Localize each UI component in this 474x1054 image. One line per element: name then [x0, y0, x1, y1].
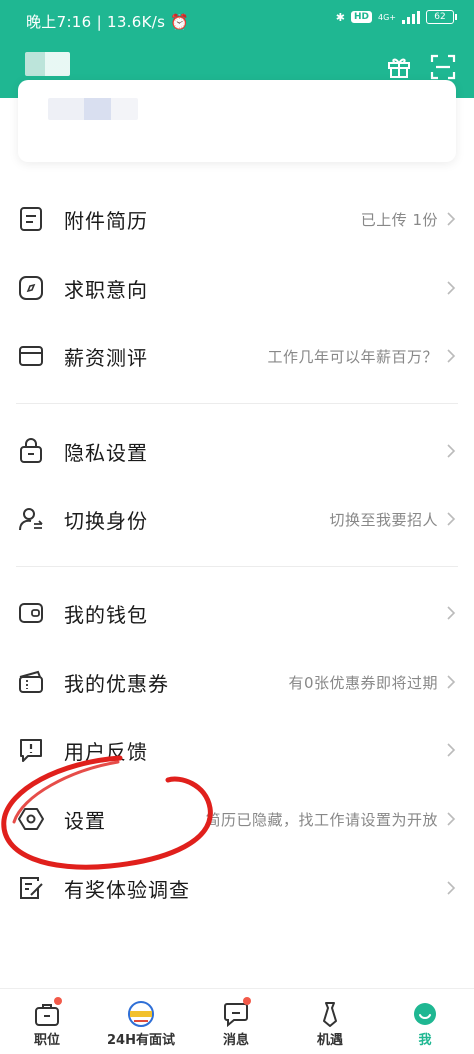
chevron-right-icon — [447, 512, 456, 526]
chevron-right-icon — [447, 444, 456, 458]
scan-icon[interactable] — [430, 54, 456, 80]
tab-opportunities-label: 机遇 — [316, 1033, 343, 1048]
chevron-right-icon — [447, 606, 456, 620]
menu-item-coupons[interactable]: 我的优惠券 有0张优惠券即将过期 — [0, 652, 474, 712]
menu-item-feedback[interactable]: 用户反馈 — [0, 720, 474, 780]
network-type: 4G+ — [378, 12, 396, 22]
lock-bag-icon — [20, 438, 42, 463]
status-left: 晚上7:16 | 13.6K/s ⏰ — [26, 13, 190, 31]
battery-icon: 62 — [426, 10, 457, 24]
status-time: 晚上7:16 — [26, 13, 92, 31]
bluetooth-icon: ✱ — [335, 10, 345, 24]
resume-label: 附件简历 — [64, 208, 148, 233]
notification-dot — [243, 997, 251, 1005]
settings-label: 设置 — [64, 808, 106, 833]
tab-messages-label: 消息 — [222, 1033, 249, 1048]
wallet-label: 我的钱包 — [64, 602, 148, 627]
chevron-right-icon — [447, 812, 456, 826]
chevron-right-icon — [447, 281, 456, 295]
alarm-icon: ⏰ — [170, 13, 190, 31]
chevron-right-icon — [447, 743, 456, 757]
survey-icon — [20, 877, 43, 899]
tab-interview-label: 24H有面试 — [107, 1033, 175, 1048]
menu-item-privacy[interactable]: 隐私设置 — [0, 421, 474, 481]
tab-opportunities[interactable]: 机遇 — [283, 989, 377, 1054]
compass-icon — [19, 276, 43, 300]
salary-sub: 工作几年可以年薪百万？ — [267, 347, 438, 366]
tab-interview[interactable]: 24H有面试 — [94, 989, 188, 1054]
coupons-sub: 有0张优惠券即将过期 — [288, 673, 438, 692]
salary-label: 薪资测评 — [64, 345, 148, 370]
gift-icon[interactable] — [386, 54, 412, 80]
chevron-right-icon — [447, 349, 456, 363]
menu-item-switch-identity[interactable]: 切换身份 切换至我要招人 — [0, 489, 474, 549]
offer-badge-icon — [128, 1001, 154, 1027]
notification-dot — [54, 997, 62, 1005]
tab-messages[interactable]: 消息 — [189, 989, 283, 1054]
coupon-icon — [19, 670, 43, 693]
resume-sub: 已上传 1份 — [360, 210, 438, 229]
bottom-tab-bar: 职位 24H有面试 消息 机遇 我 — [0, 988, 474, 1054]
profile-info-blurred — [48, 98, 138, 120]
intent-label: 求职意向 — [64, 277, 148, 302]
network-speed: 13.6K/s — [106, 13, 166, 31]
wallet-icon — [19, 603, 43, 623]
privacy-label: 隐私设置 — [64, 440, 148, 465]
tab-me[interactable]: 我 — [378, 989, 472, 1054]
switch-identity-sub: 切换至我要招人 — [329, 510, 438, 529]
tab-me-label: 我 — [418, 1033, 432, 1048]
menu-item-wallet[interactable]: 我的钱包 — [0, 583, 474, 643]
settings-hexagon-icon — [18, 808, 44, 830]
tab-jobs-label: 职位 — [33, 1033, 60, 1048]
tie-icon — [323, 1002, 337, 1027]
user-name-blurred[interactable] — [25, 52, 70, 76]
profile-smile-icon — [414, 1003, 436, 1025]
user-switch-icon — [19, 508, 43, 531]
hd-icon: HD — [350, 11, 372, 23]
settings-sub: 简历已隐藏，找工作请设置为开放 — [205, 810, 438, 829]
battery-level: 62 — [434, 12, 446, 22]
menu-item-salary[interactable]: 薪资测评 工作几年可以年薪百万？ — [0, 326, 474, 386]
signal-icon — [402, 10, 420, 24]
menu-item-settings[interactable]: 设置 简历已隐藏，找工作请设置为开放 — [0, 789, 474, 849]
chevron-right-icon — [447, 675, 456, 689]
status-right: ✱ HD 4G+ 62 — [335, 10, 457, 24]
feedback-label: 用户反馈 — [64, 739, 148, 764]
section-divider — [16, 566, 458, 567]
resume-icon — [20, 207, 42, 231]
status-bar: 晚上7:16 | 13.6K/s ⏰ ✱ HD 4G+ 62 — [0, 0, 474, 40]
feedback-icon — [20, 739, 42, 762]
chevron-right-icon — [447, 881, 456, 895]
profile-card[interactable] — [18, 80, 456, 162]
section-divider — [16, 403, 458, 404]
menu-item-intent[interactable]: 求职意向 — [0, 258, 474, 318]
survey-label: 有奖体验调查 — [64, 877, 190, 902]
menu-item-resume[interactable]: 附件简历 已上传 1份 — [0, 189, 474, 249]
switch-identity-label: 切换身份 — [64, 508, 148, 533]
menu-item-survey[interactable]: 有奖体验调查 — [0, 858, 474, 918]
wallet-card-icon — [19, 346, 43, 366]
chevron-right-icon — [447, 212, 456, 226]
coupons-label: 我的优惠券 — [64, 671, 169, 696]
tab-jobs[interactable]: 职位 — [0, 989, 94, 1054]
